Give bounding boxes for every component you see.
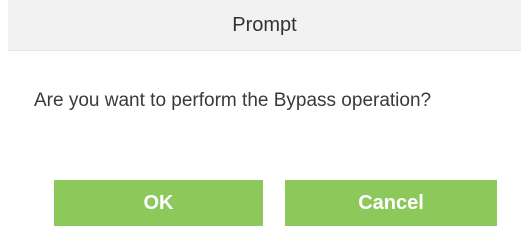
ok-button[interactable]: OK [54, 180, 263, 226]
dialog-header: Prompt [8, 0, 521, 51]
prompt-dialog: Prompt Are you want to perform the Bypas… [0, 0, 529, 250]
dialog-title: Prompt [232, 13, 297, 36]
cancel-button[interactable]: Cancel [285, 180, 497, 226]
dialog-message: Are you want to perform the Bypass opera… [34, 90, 432, 111]
